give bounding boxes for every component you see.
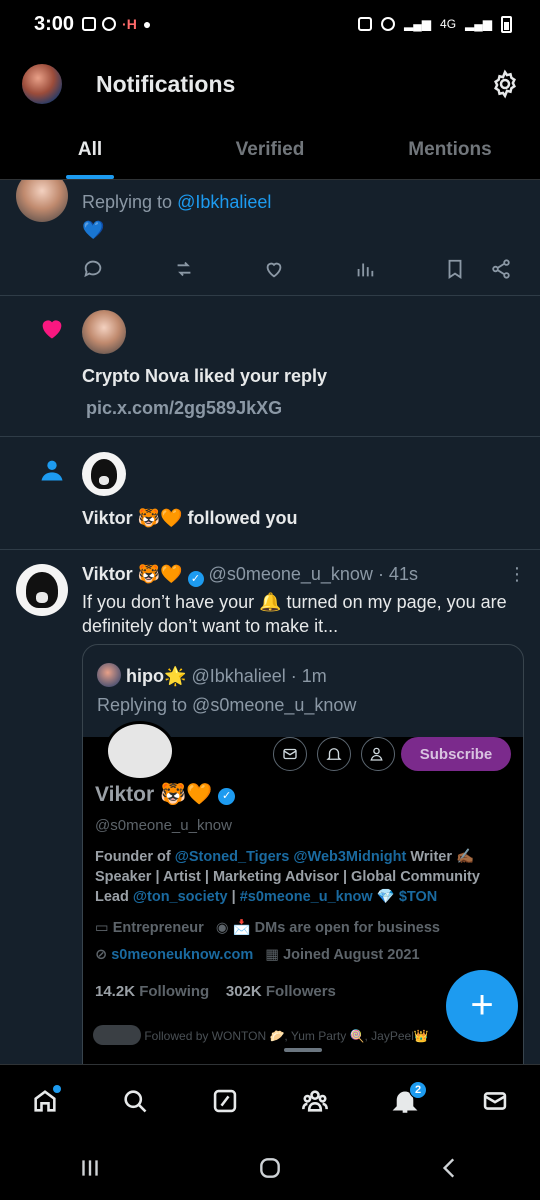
battery-icon <box>501 15 512 33</box>
page-title: Notifications <box>96 70 236 97</box>
avatar[interactable] <box>82 310 126 354</box>
gallery-icon <box>82 17 97 31</box>
gear-icon[interactable] <box>490 69 520 99</box>
verified-icon: ✓ <box>218 788 236 805</box>
post-time: · 41s <box>377 564 418 584</box>
like-icon[interactable] <box>263 258 285 280</box>
tab-verified[interactable]: Verified <box>180 120 360 179</box>
notifications-feed[interactable]: Replying to @Ibkhalieel 💙 Crypto Nova li… <box>0 180 540 1064</box>
top-bar: Notifications <box>0 48 540 120</box>
notifications-badge: 2 <box>409 1080 427 1099</box>
tab-bar: All Verified Mentions <box>0 120 540 180</box>
message-icon <box>273 737 307 771</box>
followers-count: 302K <box>225 983 262 1000</box>
post-handle[interactable]: @s0meone_u_know <box>209 564 373 584</box>
network-label: 4G <box>440 17 457 31</box>
post-body: If you don’t have your 🔔 turned on my pa… <box>82 592 507 636</box>
profile-category: Entrepreneur <box>112 920 204 936</box>
home-dot <box>53 1084 61 1093</box>
status-time: 3:00 <box>34 12 75 35</box>
follow-user-icon <box>361 737 395 771</box>
profile-joined: Joined August 2021 <box>283 947 420 963</box>
following-label: Following <box>139 983 210 1000</box>
battery-saver-icon <box>358 17 373 31</box>
system-nav <box>0 1136 540 1200</box>
profile-website: s0meoneuknow.com <box>111 947 254 963</box>
briefcase-icon: ▭ <box>95 920 109 936</box>
bookmark-icon[interactable] <box>444 258 466 280</box>
nav-notifications[interactable]: 2 <box>383 1079 427 1123</box>
nav-grok[interactable] <box>203 1079 247 1123</box>
dot-icon: ● <box>142 16 152 32</box>
avatar[interactable] <box>16 564 68 616</box>
views-icon[interactable] <box>354 258 376 280</box>
nav-messages[interactable] <box>473 1079 517 1123</box>
share-icon[interactable] <box>490 258 512 280</box>
search-icon <box>124 1089 147 1112</box>
reply-icon[interactable] <box>82 258 104 280</box>
following-count: 14.2K <box>95 983 136 1000</box>
scroll-indicator <box>284 1048 322 1052</box>
follow-text: Viktor 🐯🧡 followed you <box>82 508 298 528</box>
whatsapp-icon <box>102 17 117 31</box>
replying-handle-link[interactable]: @Ibkhalieel <box>177 192 271 212</box>
profile-name: Viktor 🐯🧡 <box>95 783 213 806</box>
verified-icon: ✓ <box>187 571 204 587</box>
avatar[interactable] <box>16 180 68 222</box>
quote-avatar[interactable] <box>97 663 121 687</box>
divider <box>0 295 540 296</box>
like-text: Crypto Nova liked your reply <box>82 366 328 386</box>
compose-button[interactable]: + <box>446 970 518 1042</box>
link-icon: ⊘ <box>95 947 108 963</box>
profile-location: 📩 DMs are open for business <box>232 920 440 936</box>
back-icon[interactable] <box>437 1155 463 1181</box>
action-bar <box>82 258 512 280</box>
profile-avatar-image <box>105 721 175 781</box>
nav-search[interactable] <box>113 1079 157 1123</box>
home-button-icon[interactable] <box>257 1155 283 1181</box>
bottom-nav: 2 <box>0 1064 540 1136</box>
profile-avatar[interactable] <box>20 62 64 106</box>
divider <box>0 549 540 550</box>
quote-author[interactable]: hipo🌟 <box>126 666 186 686</box>
quote-replying: Replying to @s0meone_u_know <box>97 695 357 715</box>
app-icon: ·H <box>122 16 137 32</box>
reply-body: 💙 <box>82 220 105 240</box>
tab-all[interactable]: All <box>0 120 180 179</box>
signal-icon: ▂▄▆ <box>404 17 432 31</box>
quote-handle[interactable]: @Ibkhalieel <box>191 666 285 686</box>
recent-apps-icon[interactable] <box>77 1155 103 1181</box>
profile-bio: Founder of @Stoned_Tigers @Web3Midnight … <box>95 849 480 905</box>
bell-icon <box>317 737 351 771</box>
grok-icon <box>213 1089 237 1112</box>
tab-mentions[interactable]: Mentions <box>360 120 540 179</box>
repost-icon[interactable] <box>173 258 195 280</box>
messages-icon <box>483 1091 507 1110</box>
location-icon: ◉ <box>215 920 229 936</box>
status-bar: 3:00 ·H ● ▂▄▆ 4G ▂▄▆ <box>0 0 540 48</box>
followed-by: Followed by WONTON 🥟, Yum Party 🍭, JayPe… <box>144 1029 429 1043</box>
tab-indicator <box>66 175 114 179</box>
communities-icon <box>302 1089 328 1112</box>
more-icon[interactable]: ⋮ <box>508 564 526 585</box>
heart-icon <box>42 320 62 339</box>
nav-communities[interactable] <box>293 1079 337 1123</box>
nav-home[interactable] <box>23 1079 67 1123</box>
like-link[interactable]: pic.x.com/2gg589JkXG <box>86 398 282 419</box>
followers-label: Followers <box>265 983 336 1000</box>
quote-time: · 1m <box>290 666 327 686</box>
plus-icon: + <box>470 982 494 1027</box>
subscribe-button: Subscribe <box>401 737 511 771</box>
divider <box>0 436 540 437</box>
person-icon <box>41 460 63 481</box>
signal-icon-2: ▂▄▆ <box>465 17 492 31</box>
follower-avatars <box>93 1025 141 1045</box>
profile-handle: @s0meone_u_know <box>95 817 232 834</box>
post-author[interactable]: Viktor 🐯🧡 <box>82 564 183 584</box>
calendar-icon: ▦ <box>265 947 280 963</box>
alarm-icon <box>381 17 396 31</box>
avatar[interactable] <box>82 452 126 496</box>
